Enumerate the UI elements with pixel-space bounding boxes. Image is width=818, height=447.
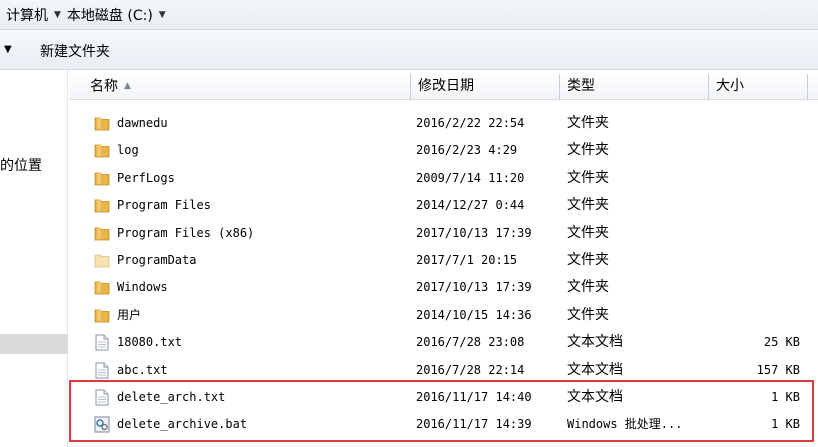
- column-header-date-label: 修改日期: [418, 78, 474, 94]
- file-name[interactable]: log: [117, 137, 139, 164]
- file-type: 文件夹: [567, 142, 609, 159]
- file-type: 文件夹: [567, 197, 609, 214]
- file-size: [710, 137, 800, 164]
- file-type: 文本文档: [567, 334, 623, 351]
- file-name[interactable]: Program Files: [117, 192, 211, 219]
- chevron-down-icon[interactable]: ▼: [159, 10, 166, 20]
- file-row[interactable]: 用户 2014/10/15 14:36 文件夹: [70, 302, 818, 329]
- column-header-size-label: 大小: [716, 78, 744, 94]
- file-row[interactable]: log 2016/2/23 4:29 文件夹: [70, 137, 818, 164]
- address-bar[interactable]: 计算机 ▼ 本地磁盘 (C:) ▼: [0, 0, 818, 30]
- file-type: 文件夹: [567, 169, 609, 186]
- file-size: 1 KB: [771, 417, 800, 432]
- file-date-modified: 2017/10/13 17:39: [416, 225, 532, 240]
- organize-dropdown-icon[interactable]: ▼: [4, 44, 12, 55]
- file-row[interactable]: Program Files (x86) 2017/10/13 17:39 文件夹: [70, 220, 818, 247]
- file-name[interactable]: Windows: [117, 274, 168, 301]
- file-name[interactable]: 用户: [117, 302, 141, 329]
- file-row[interactable]: dawnedu 2016/2/22 22:54 文件夹: [70, 110, 818, 137]
- folder-icon: [94, 197, 110, 214]
- file-date-modified: 2016/2/22 22:54: [416, 116, 525, 130]
- file-row[interactable]: Windows 2017/10/13 17:39 文件夹: [70, 274, 818, 301]
- folder-icon: [94, 307, 110, 324]
- file-type: 文件夹: [567, 115, 609, 131]
- breadcrumb-computer[interactable]: 计算机: [6, 5, 48, 25]
- file-name[interactable]: abc.txt: [117, 357, 168, 384]
- breadcrumb-local-disk[interactable]: 本地磁盘 (C:): [67, 5, 153, 25]
- column-header-size[interactable]: 大小: [708, 74, 744, 99]
- file-size: 157 KB: [756, 362, 800, 377]
- file-row[interactable]: delete_arch.txt 2016/11/17 14:40 文本文档 1 KB: [70, 384, 818, 411]
- file-row[interactable]: delete_archive.bat 2016/11/17 14:39 Window…: [70, 411, 818, 438]
- file-size: [710, 192, 800, 219]
- file-date-modified: 2014/12/27 0:44: [416, 198, 525, 213]
- file-type: Windows 批处理...: [567, 417, 683, 432]
- column-header-name[interactable]: 名称 ▲: [82, 74, 131, 99]
- file-size: [710, 165, 800, 192]
- folder-icon: [94, 279, 110, 296]
- text-file-icon: [94, 334, 110, 351]
- file-name[interactable]: delete_arch.txt: [117, 384, 225, 411]
- file-name[interactable]: ProgramData: [117, 247, 196, 274]
- file-size: [710, 302, 800, 329]
- file-date-modified: 2016/11/17 14:40: [416, 390, 532, 404]
- file-date-modified: 2014/10/15 14:36: [416, 307, 532, 322]
- toolbar: ▼ 新建文件夹: [0, 30, 818, 70]
- file-row[interactable]: Program Files 2014/12/27 0:44 文件夹: [70, 192, 818, 219]
- file-size: [710, 220, 800, 247]
- file-type: 文件夹: [567, 306, 609, 323]
- file-size: [710, 110, 800, 137]
- chevron-down-icon[interactable]: ▼: [54, 10, 61, 20]
- file-date-modified: 2017/10/13 17:39: [416, 280, 532, 295]
- file-size: [710, 247, 800, 274]
- file-date-modified: 2017/7/1 20:15: [416, 253, 518, 267]
- file-date-modified: 2016/7/28 23:08: [416, 335, 525, 350]
- file-row[interactable]: ProgramData 2017/7/1 20:15 文件夹: [70, 247, 818, 274]
- file-name[interactable]: 18080.txt: [117, 329, 182, 356]
- column-header-type-label: 类型: [567, 78, 595, 94]
- file-row[interactable]: 18080.txt 2016/7/28 23:08 文本文档 25 KB: [70, 329, 818, 356]
- file-date-modified: 2016/2/23 4:29: [416, 143, 518, 158]
- file-date-modified: 2009/7/14 11:20: [416, 170, 525, 185]
- nav-selected-item[interactable]: [0, 334, 68, 354]
- file-type: 文本文档: [567, 361, 623, 378]
- file-row[interactable]: abc.txt 2016/7/28 22:14 文本文档 157 KB: [70, 357, 818, 384]
- file-type: 文本文档: [567, 389, 623, 405]
- column-header-date[interactable]: 修改日期: [410, 74, 474, 99]
- batch-file-icon: [94, 416, 110, 433]
- sort-ascending-icon: ▲: [124, 81, 131, 91]
- file-name[interactable]: dawnedu: [117, 110, 168, 137]
- folder-icon: [94, 225, 110, 242]
- file-type: 文件夹: [567, 224, 609, 241]
- file-name[interactable]: Program Files (x86): [117, 220, 254, 247]
- file-size: 25 KB: [763, 335, 800, 350]
- file-row[interactable]: PerfLogs 2009/7/14 11:20 文件夹: [70, 165, 818, 192]
- file-date-modified: 2016/7/28 22:14: [416, 362, 525, 377]
- column-headers: 名称 ▲ 修改日期 类型 大小: [70, 74, 818, 100]
- column-header-name-label: 名称: [90, 78, 118, 95]
- new-folder-button[interactable]: 新建文件夹: [40, 41, 110, 61]
- text-file-icon: [94, 389, 110, 406]
- file-type: 文件夹: [567, 252, 609, 268]
- folder-light-icon: [94, 252, 110, 269]
- file-size: [710, 274, 800, 301]
- column-divider[interactable]: [807, 74, 808, 99]
- folder-icon: [94, 170, 110, 187]
- text-file-icon: [94, 362, 110, 379]
- navigation-pane: 的位置: [0, 70, 68, 447]
- column-header-type[interactable]: 类型: [559, 74, 595, 99]
- file-date-modified: 2016/11/17 14:39: [416, 417, 532, 432]
- folder-icon: [94, 115, 110, 132]
- file-size: 1 KB: [771, 390, 800, 404]
- file-name[interactable]: delete_archive.bat: [117, 411, 247, 438]
- nav-item-locations[interactable]: 的位置: [0, 155, 42, 175]
- file-name[interactable]: PerfLogs: [117, 165, 175, 192]
- file-type: 文件夹: [567, 279, 609, 296]
- folder-icon: [94, 142, 110, 159]
